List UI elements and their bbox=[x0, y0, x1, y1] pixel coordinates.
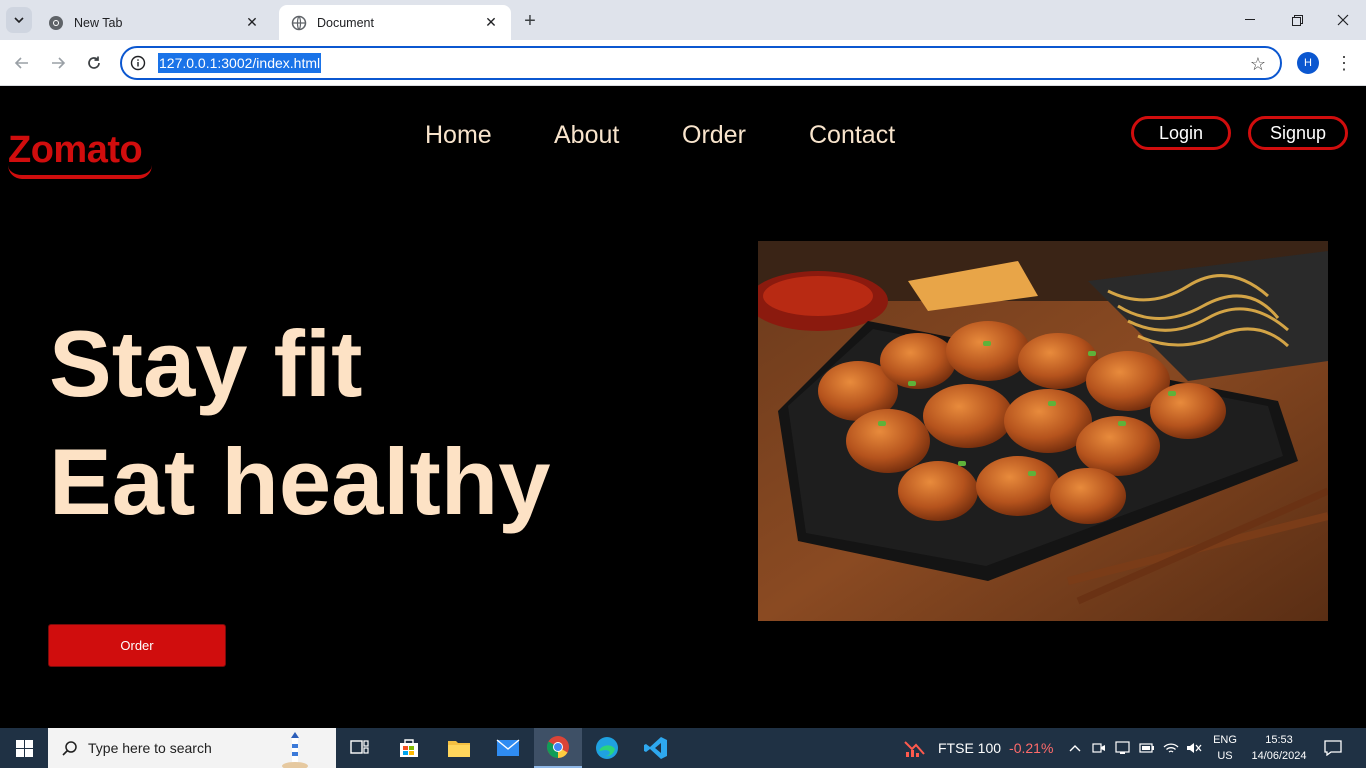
wifi-icon[interactable] bbox=[1163, 740, 1179, 756]
close-tab-icon[interactable]: ✕ bbox=[244, 14, 260, 31]
volume-muted-icon[interactable] bbox=[1186, 740, 1202, 756]
search-icon bbox=[62, 741, 77, 756]
close-window-icon[interactable] bbox=[1331, 8, 1355, 32]
task-view-icon[interactable] bbox=[336, 728, 384, 768]
chevron-down-icon bbox=[14, 17, 24, 23]
restore-icon[interactable] bbox=[1285, 8, 1309, 32]
food-image bbox=[758, 241, 1328, 621]
taskbar: Type here to search FTSE 100 -0.21% ENG … bbox=[0, 728, 1366, 768]
tab-new-tab[interactable]: New Tab ✕ bbox=[36, 5, 272, 40]
close-tab-icon[interactable]: ✕ bbox=[483, 14, 499, 31]
edge-icon[interactable] bbox=[583, 728, 631, 768]
chrome-taskbar-icon[interactable] bbox=[534, 728, 582, 768]
clock-date: 14/06/2024 bbox=[1251, 750, 1307, 762]
notification-icon[interactable] bbox=[1322, 738, 1344, 758]
web-page: Zomato Home About Order Contact Login Si… bbox=[0, 87, 1366, 728]
login-button[interactable]: Login bbox=[1131, 116, 1231, 150]
tab-title: New Tab bbox=[74, 15, 123, 30]
show-hidden-icons-chevron-icon[interactable] bbox=[1067, 740, 1083, 756]
search-placeholder: Type here to search bbox=[88, 740, 212, 756]
file-explorer-icon[interactable] bbox=[435, 728, 483, 768]
back-arrow-icon[interactable] bbox=[10, 51, 34, 75]
ticker-change: -0.21% bbox=[1009, 740, 1054, 756]
url-text[interactable]: 127.0.0.1:3002/index.html bbox=[158, 53, 322, 73]
ticker-name: FTSE 100 bbox=[938, 740, 1002, 756]
nav-order[interactable]: Order bbox=[682, 121, 746, 150]
address-bar[interactable]: 127.0.0.1:3002/index.html ☆ bbox=[120, 46, 1282, 80]
hero-line-2: Eat healthy bbox=[49, 429, 551, 534]
windows-start-icon[interactable] bbox=[0, 728, 48, 768]
tab-search-button[interactable] bbox=[6, 7, 32, 33]
taskbar-clock[interactable]: 15:53 14/06/2024 bbox=[1246, 732, 1312, 764]
reload-icon[interactable] bbox=[82, 51, 106, 75]
network-display-icon[interactable] bbox=[1115, 740, 1131, 756]
lang-code: ENG bbox=[1213, 734, 1237, 746]
logo-underline bbox=[8, 165, 152, 179]
globe-icon bbox=[291, 15, 307, 31]
nav-home[interactable]: Home bbox=[425, 121, 492, 150]
new-tab-button[interactable]: + bbox=[518, 9, 542, 33]
hero-line-1: Stay fit bbox=[49, 311, 363, 416]
clock-time: 15:53 bbox=[1265, 734, 1293, 746]
signup-button[interactable]: Signup bbox=[1248, 116, 1348, 150]
nav-about[interactable]: About bbox=[554, 121, 619, 150]
mail-icon[interactable] bbox=[484, 728, 532, 768]
tab-strip: New Tab ✕ Document ✕ + bbox=[0, 0, 1366, 40]
menu-kebab-icon[interactable]: ⋮ bbox=[1334, 51, 1354, 75]
minimize-icon[interactable] bbox=[1238, 8, 1262, 32]
vscode-icon[interactable] bbox=[632, 728, 680, 768]
tab-title: Document bbox=[317, 15, 374, 30]
stock-ticker[interactable]: FTSE 100 -0.21% bbox=[904, 728, 1053, 768]
meet-camera-icon[interactable] bbox=[1091, 740, 1107, 756]
lighthouse-icon bbox=[282, 732, 308, 768]
profile-avatar[interactable]: H bbox=[1297, 52, 1319, 74]
order-button[interactable]: Order bbox=[48, 624, 226, 667]
battery-icon[interactable] bbox=[1139, 740, 1155, 756]
forward-arrow-icon[interactable] bbox=[46, 51, 70, 75]
bookmark-star-icon[interactable]: ☆ bbox=[1250, 55, 1266, 73]
browser-toolbar: 127.0.0.1:3002/index.html ☆ H ⋮ bbox=[0, 40, 1366, 86]
tab-document[interactable]: Document ✕ bbox=[279, 5, 511, 40]
store-icon[interactable] bbox=[385, 728, 433, 768]
chrome-icon bbox=[48, 15, 64, 31]
lang-region: US bbox=[1217, 750, 1233, 762]
nav-contact[interactable]: Contact bbox=[809, 121, 895, 150]
taskbar-search-input[interactable]: Type here to search bbox=[48, 728, 336, 768]
site-info-icon[interactable] bbox=[130, 55, 146, 71]
stock-down-icon bbox=[904, 741, 925, 757]
input-language[interactable]: ENG US bbox=[1208, 732, 1242, 764]
